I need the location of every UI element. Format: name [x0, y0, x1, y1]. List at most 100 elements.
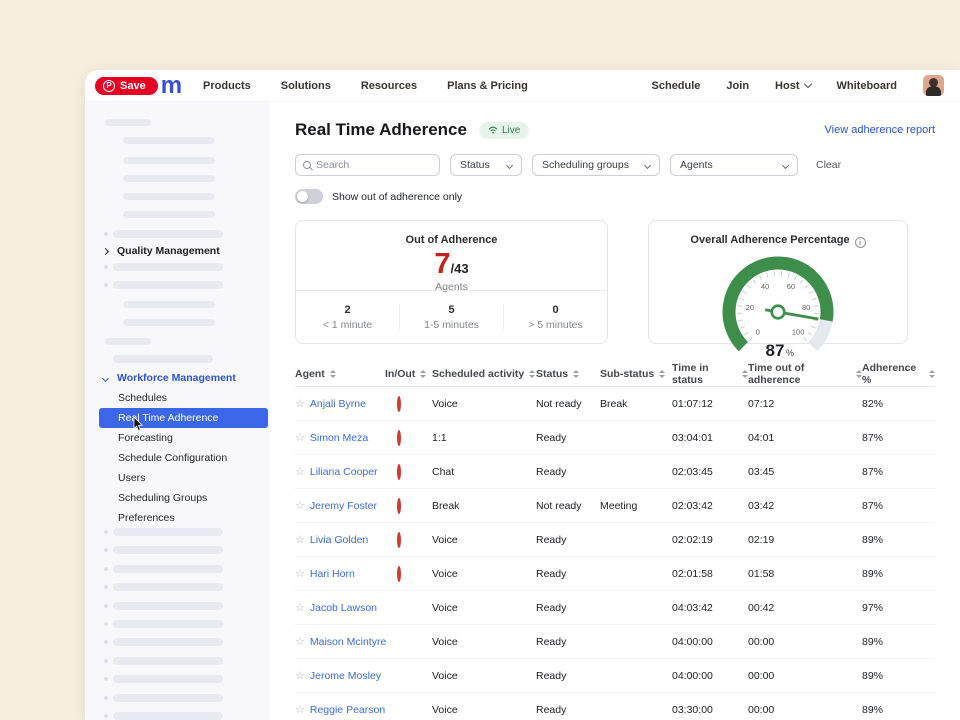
view-adherence-report-link[interactable]: View adherence report	[825, 124, 935, 136]
sidebar-skeleton-bar	[123, 319, 215, 326]
status-cell: Ready	[536, 670, 600, 682]
sidebar-skeleton-bar	[113, 675, 223, 683]
sidebar-skeleton-dot	[104, 677, 108, 681]
nav-link-plans-pricing[interactable]: Plans & Pricing	[447, 80, 528, 92]
brand-logo[interactable]: m	[161, 76, 181, 96]
sidebar-skeleton-bar	[123, 211, 215, 218]
nav-link-products[interactable]: Products	[203, 80, 251, 92]
sidebar-skeleton-bar	[113, 657, 223, 665]
sidebar-item-real-time-adherence[interactable]: Real Time Adherence	[99, 408, 268, 428]
out-of-adherence-breakdown: 2 < 1 minute5 1-5 minutes0 > 5 minutes	[296, 290, 607, 343]
star-icon[interactable]: ☆	[295, 601, 305, 614]
out-of-adherence-toggle[interactable]	[295, 189, 323, 204]
search-input[interactable]	[316, 159, 432, 171]
sidebar-skeleton-bar	[113, 528, 223, 536]
time-in-status-cell: 03:04:01	[672, 432, 748, 444]
in-out-cell	[385, 466, 432, 478]
time-out-of-adherence-cell: 03:42	[748, 500, 862, 512]
star-icon[interactable]: ☆	[295, 431, 305, 444]
scheduled-activity-cell: Voice	[432, 398, 536, 410]
sort-icon[interactable]	[659, 370, 665, 378]
scheduled-activity-cell: Voice	[432, 534, 536, 546]
column-header-status[interactable]: Status	[536, 368, 600, 380]
user-avatar[interactable]	[923, 75, 944, 96]
chevron-down-icon	[506, 161, 513, 168]
status-dropdown[interactable]: Status	[450, 154, 522, 176]
star-icon[interactable]: ☆	[295, 703, 305, 716]
save-button-label: Save	[120, 80, 146, 92]
nav-link-resources[interactable]: Resources	[361, 80, 417, 92]
status-cell: Ready	[536, 432, 600, 444]
star-icon[interactable]: ☆	[295, 533, 305, 546]
nav-link-solutions[interactable]: Solutions	[281, 80, 331, 92]
scheduling-groups-dropdown[interactable]: Scheduling groups	[532, 154, 660, 176]
nav-link-host[interactable]: Host	[775, 80, 810, 92]
agents-dropdown[interactable]: Agents	[670, 154, 798, 176]
breakdown-value: 0	[504, 304, 607, 316]
agent-name-link[interactable]: Maison Mcintyre	[310, 636, 386, 648]
agent-cell: ☆ Livia Golden	[295, 533, 385, 546]
sidebar-item-workforce-management[interactable]: Workforce Management	[85, 369, 270, 387]
adherence-cell: 89%	[862, 534, 935, 546]
time-out-of-adherence-cell: 01:58	[748, 568, 862, 580]
agent-name-link[interactable]: Simon Meza	[310, 432, 368, 444]
time-in-status-cell: 02:03:45	[672, 466, 748, 478]
pinterest-save-button[interactable]: P Save	[95, 77, 158, 95]
agent-name-link[interactable]: Livia Golden	[310, 534, 368, 546]
sidebar-item-schedules[interactable]: Schedules	[85, 388, 270, 408]
out-status-dot-icon	[397, 396, 401, 412]
breakdown-value: 2	[296, 304, 399, 316]
column-header-in-out[interactable]: In/Out	[385, 368, 432, 380]
time-out-of-adherence-cell: 00:00	[748, 670, 862, 682]
nav-right-links: Schedule Join Host Whiteboard	[652, 75, 944, 96]
chevron-down-icon	[803, 79, 811, 87]
sidebar-item-quality-management[interactable]: Quality Management	[85, 242, 270, 260]
sort-icon[interactable]	[330, 370, 336, 378]
agent-name-link[interactable]: Jacob Lawson	[310, 602, 377, 614]
sort-icon[interactable]	[420, 370, 426, 378]
agent-name-link[interactable]: Anjali Byrne	[310, 398, 366, 410]
info-icon[interactable]: i	[855, 237, 866, 248]
column-header-adherence-%[interactable]: Adherence %	[862, 362, 935, 386]
agent-name-link[interactable]: Liliana Cooper	[310, 466, 378, 478]
star-icon[interactable]: ☆	[295, 499, 305, 512]
agent-name-link[interactable]: Reggie Pearson	[310, 704, 385, 716]
sidebar-skeleton-dot	[104, 659, 108, 663]
nav-link-whiteboard[interactable]: Whiteboard	[837, 80, 898, 92]
sidebar-item-scheduling-groups[interactable]: Scheduling Groups	[85, 488, 270, 508]
agent-name-link[interactable]: Hari Horn	[310, 568, 355, 580]
status-cell: Ready	[536, 568, 600, 580]
sort-icon[interactable]	[529, 370, 535, 378]
nav-link-join[interactable]: Join	[726, 80, 749, 92]
nav-link-schedule[interactable]: Schedule	[652, 80, 701, 92]
star-icon[interactable]: ☆	[295, 669, 305, 682]
sort-icon[interactable]	[573, 370, 579, 378]
time-in-status-cell: 04:00:00	[672, 636, 748, 648]
breakdown-column: 0 > 5 minutes	[503, 304, 607, 331]
svg-text:20: 20	[746, 303, 754, 312]
main-content: Real Time Adherence Live View adherence …	[270, 102, 960, 720]
agent-cell: ☆ Maison Mcintyre	[295, 635, 385, 648]
sidebar-item-preferences[interactable]: Preferences	[85, 508, 270, 528]
sort-icon[interactable]	[929, 370, 935, 378]
sidebar-item-users[interactable]: Users	[85, 468, 270, 488]
sidebar-item-schedule-configuration[interactable]: Schedule Configuration	[85, 448, 270, 468]
agents-table: Agent In/Out Scheduled activity Status S…	[295, 361, 935, 720]
table-row: ☆ Hari Horn Voice Ready 02:01:58 01:58 8…	[295, 557, 935, 591]
agent-name-link[interactable]: Jeremy Foster	[310, 500, 377, 512]
sidebar-item-forecasting[interactable]: Forecasting	[85, 428, 270, 448]
star-icon[interactable]: ☆	[295, 567, 305, 580]
column-header-scheduled-activity[interactable]: Scheduled activity	[432, 368, 536, 380]
table-row: ☆ Jerome Mosley Voice Ready 04:00:00 00:…	[295, 659, 935, 693]
adherence-cell: 89%	[862, 568, 935, 580]
star-icon[interactable]: ☆	[295, 397, 305, 410]
sidebar-skeleton-dot	[104, 567, 108, 571]
clear-filters-button[interactable]: Clear	[816, 159, 841, 171]
agent-name-link[interactable]: Jerome Mosley	[310, 670, 381, 682]
column-header-sub-status[interactable]: Sub-status	[600, 368, 672, 380]
adherence-cell: 97%	[862, 602, 935, 614]
column-header-agent[interactable]: Agent	[295, 368, 385, 380]
star-icon[interactable]: ☆	[295, 465, 305, 478]
star-icon[interactable]: ☆	[295, 635, 305, 648]
sidebar-skeleton-dot	[104, 714, 108, 718]
